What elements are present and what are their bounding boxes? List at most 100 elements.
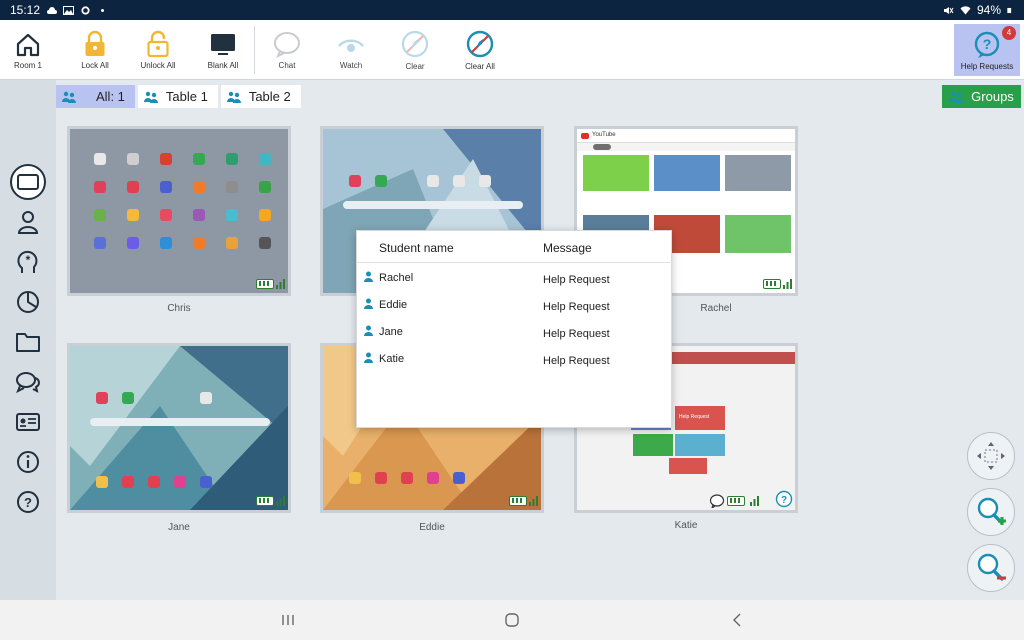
popup-header: Student name Message: [357, 231, 673, 263]
sidebar: * ?: [0, 80, 56, 600]
sidebar-item-help[interactable]: ?: [10, 484, 46, 520]
help-request-row[interactable]: Eddie Help Request: [357, 292, 673, 319]
screen-icon: [17, 174, 39, 190]
zoom-in-button[interactable]: [967, 488, 1015, 536]
info-icon: [17, 451, 39, 473]
student-icon: [364, 271, 373, 282]
recent-apps-icon[interactable]: [280, 612, 296, 628]
student-icon: [364, 325, 373, 336]
head-star-icon: *: [17, 250, 38, 273]
image-icon: [63, 5, 75, 15]
zoom-out-button[interactable]: [967, 544, 1015, 592]
group-icon: [226, 91, 241, 103]
groups-label: Groups: [971, 89, 1014, 104]
unlock-all-button[interactable]: Unlock All: [138, 20, 178, 80]
monitor-icon: [211, 34, 235, 55]
help-requests-count-badge: 4: [1002, 26, 1016, 40]
sidebar-item-chat[interactable]: [10, 364, 46, 400]
help-request-row[interactable]: Katie Help Request: [357, 346, 673, 373]
tab-table-2-label: Table 2: [248, 89, 291, 104]
chat-bubbles-icon: [16, 372, 40, 394]
request-student: Rachel: [379, 272, 414, 284]
folder-icon: [16, 333, 40, 352]
home-icon: [16, 33, 40, 56]
device-thumbnail-chris[interactable]: [67, 126, 291, 296]
request-student: Katie: [379, 353, 405, 365]
signal-icon: [529, 496, 538, 506]
request-message: Help Request: [543, 274, 610, 286]
groups-button[interactable]: Groups: [942, 85, 1021, 108]
sidebar-item-files[interactable]: [10, 324, 46, 360]
chat-button[interactable]: Chat: [270, 20, 304, 80]
blank-all-label: Blank All: [207, 61, 239, 70]
clear-label: Clear: [405, 62, 425, 71]
category-bar: [577, 143, 795, 151]
sidebar-item-students[interactable]: [10, 204, 46, 240]
room-label: Room 1: [13, 60, 42, 70]
clear-button[interactable]: Clear: [398, 20, 432, 80]
tab-all[interactable]: All: 1: [56, 85, 135, 108]
room-button[interactable]: Room 1: [0, 20, 56, 80]
app-icon-grid: [349, 175, 491, 187]
battery-indicator: [727, 496, 745, 506]
system-nav-bar: [0, 600, 1024, 640]
watch-button[interactable]: Watch: [334, 20, 368, 80]
svg-text:?: ?: [781, 495, 787, 506]
tab-table-2[interactable]: Table 2: [220, 85, 301, 108]
signal-icon: [783, 279, 792, 289]
web-app-tile: [669, 458, 707, 474]
browser-header: YouTube: [577, 129, 795, 143]
help-request-row[interactable]: Jane Help Request: [357, 319, 673, 346]
back-icon[interactable]: [730, 612, 746, 628]
svg-text:?: ?: [983, 36, 992, 52]
eye-icon: [338, 39, 364, 52]
request-message: Help Request: [543, 328, 610, 340]
toolbar-divider: [254, 26, 255, 74]
clear-all-button[interactable]: Clear All: [460, 20, 500, 80]
cloud-icon: [47, 6, 58, 14]
lock-all-label: Lock All: [81, 61, 109, 70]
signal-icon: [276, 279, 285, 289]
help-requests-label: Help Requests: [960, 61, 1014, 71]
battery-icon: [1007, 7, 1012, 13]
video-thumbnail: [654, 155, 720, 191]
lock-all-button[interactable]: Lock All: [78, 20, 112, 80]
battery-indicator: [509, 496, 527, 506]
video-logo-icon: [581, 133, 589, 139]
battery-indicator: [256, 496, 274, 506]
status-time: 15:12: [10, 3, 41, 17]
sidebar-item-attention[interactable]: *: [10, 244, 46, 280]
sidebar-item-screens[interactable]: [10, 164, 46, 200]
clear-icon: [401, 30, 429, 58]
web-app-tile-help: Help Request: [675, 406, 725, 430]
col-student-name: Student name: [379, 241, 454, 255]
chat-icon: [274, 32, 300, 58]
video-thumbnail: [725, 155, 791, 191]
web-app-tile-label: Help Request: [679, 414, 710, 420]
request-student: Eddie: [379, 299, 408, 311]
svg-text:*: *: [26, 253, 31, 267]
svg-text:?: ?: [24, 495, 32, 510]
blank-all-button[interactable]: Blank All: [204, 20, 242, 80]
signal-icon: [750, 496, 759, 506]
help-request-row[interactable]: Rachel Help Request: [357, 265, 673, 292]
fit-view-button[interactable]: [967, 432, 1015, 480]
zoom-in-icon: [977, 497, 1006, 525]
student-icon: [17, 211, 39, 234]
sidebar-item-info[interactable]: [10, 444, 46, 480]
group-tabs: All: 1 Table 1 Table 2: [56, 85, 301, 108]
clear-all-icon: [466, 30, 494, 58]
device-thumbnail-jane[interactable]: [67, 343, 291, 513]
app-icon-grid: [94, 153, 271, 249]
web-app-tile: [675, 434, 725, 456]
help-requests-button[interactable]: ? Help Requests 4: [954, 24, 1020, 76]
home-nav-icon[interactable]: [504, 612, 520, 628]
sidebar-item-roster[interactable]: [10, 404, 46, 440]
zoom-out-icon: [977, 553, 1006, 581]
request-message: Help Request: [543, 301, 610, 313]
dot-icon: [101, 8, 105, 12]
sidebar-item-reports[interactable]: [10, 284, 46, 320]
status-bar: 15:12 94%: [0, 0, 1024, 20]
tab-table-1[interactable]: Table 1: [137, 85, 218, 108]
device-name: Eddie: [419, 522, 445, 533]
